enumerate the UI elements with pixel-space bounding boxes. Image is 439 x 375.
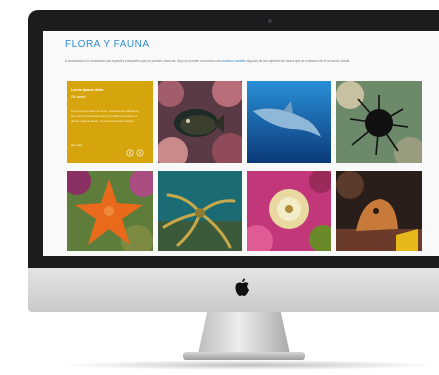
- anemone-photo[interactable]: [247, 171, 331, 251]
- info-card-title: Lorem ipsum dolor: [71, 88, 104, 92]
- info-card-subtitle: Sit amet: [71, 94, 86, 99]
- apple-logo-icon: [235, 278, 249, 296]
- web-page: FLORA Y FAUNA A continuación le mostramo…: [43, 31, 439, 256]
- brittle-star-photo[interactable]: [158, 171, 242, 251]
- info-card-link[interactable]: Ver más: [71, 143, 82, 147]
- starfish-photo[interactable]: [67, 171, 153, 251]
- floor-shadow: [60, 360, 439, 370]
- carousel-arrows-icon[interactable]: [125, 149, 147, 157]
- grouper-fish-photo[interactable]: [158, 81, 242, 163]
- dolphin-photo[interactable]: [247, 81, 331, 163]
- page-title: FLORA Y FAUNA: [65, 39, 150, 50]
- camera-dot: [268, 19, 272, 23]
- intro-line-2: algunas de las especies de fauna que se …: [246, 59, 351, 63]
- monitor-stand-base: [183, 352, 305, 360]
- info-card-text: Lorem ipsum dolor sit amet, consectetur …: [71, 109, 139, 123]
- intro-line-1: A continuación le mostramos las especies…: [65, 59, 221, 63]
- monitor-stand: [198, 312, 290, 354]
- sea-urchin-photo[interactable]: [336, 81, 422, 163]
- blenny-fish-photo[interactable]: [336, 171, 422, 251]
- intro-link[interactable]: nuestros carteles: [221, 59, 245, 63]
- intro-text: A continuación le mostramos las especies…: [65, 58, 365, 64]
- info-card[interactable]: Lorem ipsum dolor Sit amet Lorem ipsum d…: [67, 81, 153, 163]
